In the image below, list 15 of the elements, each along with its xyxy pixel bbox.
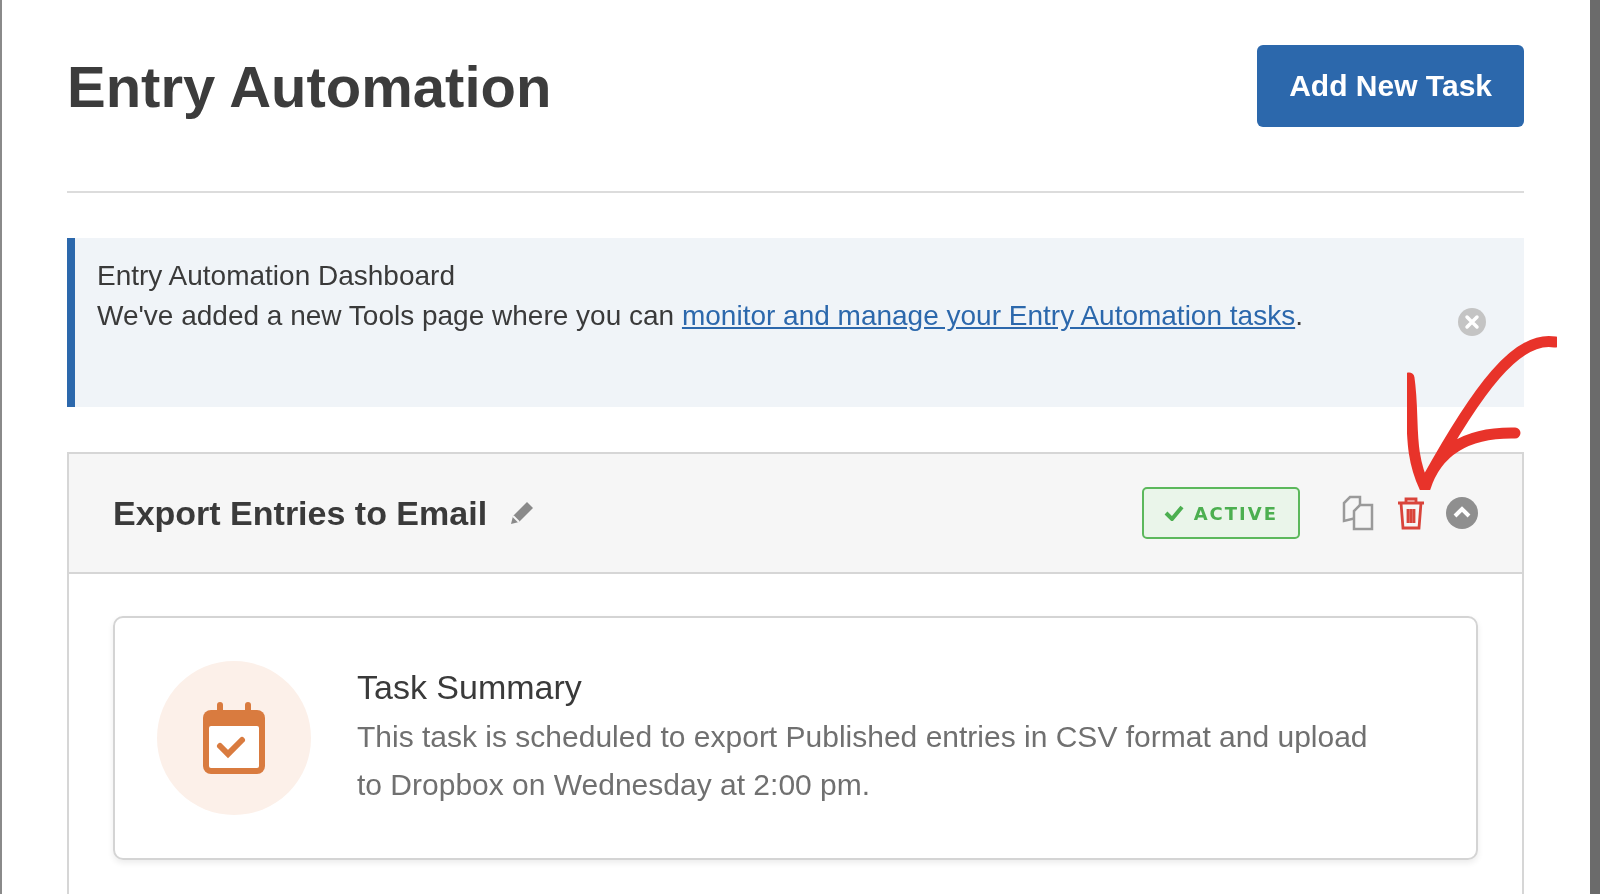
status-label: ACTIVE bbox=[1193, 502, 1278, 524]
add-new-task-button[interactable]: Add New Task bbox=[1257, 45, 1524, 127]
trash-icon[interactable] bbox=[1396, 496, 1426, 530]
tools-page-link[interactable]: monitor and manage your Entry Automation tasks bbox=[681, 300, 1296, 331]
page-title: Entry Automation bbox=[67, 52, 552, 120]
notice-title: Entry Automation Dashboard bbox=[97, 260, 456, 292]
summary-title: Task Summary bbox=[357, 667, 583, 707]
calendar-check-icon bbox=[203, 702, 265, 774]
collapse-icon[interactable] bbox=[1446, 497, 1478, 529]
check-icon bbox=[1163, 505, 1184, 521]
duplicate-icon[interactable] bbox=[1340, 495, 1376, 531]
close-icon[interactable] bbox=[1458, 308, 1486, 336]
summary-text: This task is scheduled to export Published entries in CSV format and upload to Dropbox on Wednesday at 2:00 pm. bbox=[357, 718, 1369, 803]
notice-text: We've added a new Tools page where you can monitor and manage your Entry Automation tasks. bbox=[97, 299, 1304, 333]
task-name: Export Entries to Email bbox=[113, 493, 488, 533]
